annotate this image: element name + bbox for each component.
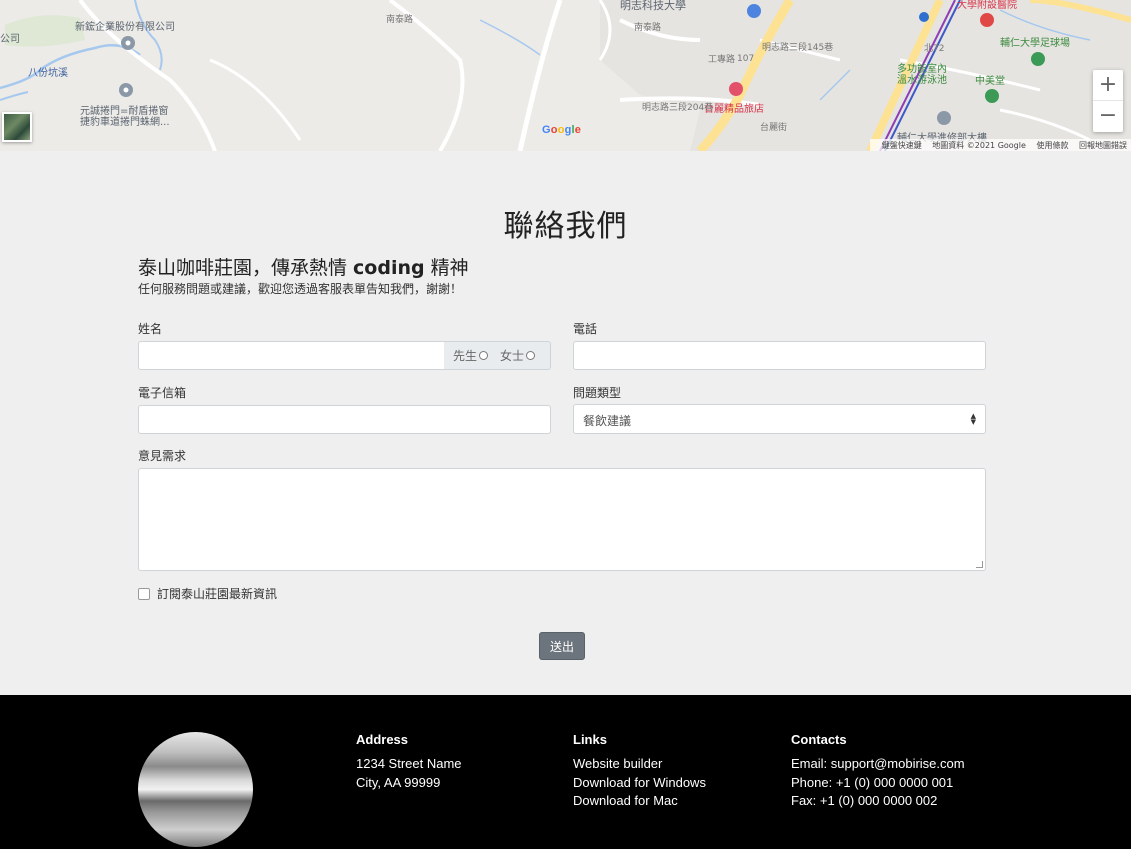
mr-radio[interactable]	[479, 351, 489, 360]
map-attribution: 鍵盤快速鍵 地圖資料 ©2021 Google 使用條款 回報地圖錯誤	[869, 139, 1131, 151]
footer: Address 1234 Street Name City, AA 99999 …	[0, 695, 1131, 849]
google-map[interactable]: 新鋐企業股份有限公司 公司 八份坑溪 元誠捲門=耐盾捲窗 捷豹車道捲門蛛網...…	[0, 0, 1131, 151]
map-label-hospital: 大學附設醫院	[957, 0, 1017, 11]
road-label: 南泰路	[386, 15, 414, 25]
contact-section: 聯絡我們 泰山咖啡莊園，傳承熱情 coding 精神 任何服務問題或建議，歡迎您…	[0, 151, 1131, 695]
zoom-in-button[interactable]: +	[1093, 70, 1123, 101]
select-caret-icon: ▲ ▼	[970, 412, 976, 426]
submit-button[interactable]: 送出	[539, 632, 585, 660]
contact-email: Email: support@mobirise.com	[791, 756, 965, 771]
ms-option[interactable]: 女士	[500, 347, 536, 364]
address-line: City, AA 99999	[356, 774, 441, 790]
subtitle-text-end: 精神	[424, 257, 469, 279]
footer-image	[138, 732, 253, 847]
page-title: 聯絡我們	[503, 209, 628, 244]
mr-label: 先生	[453, 349, 478, 363]
google-logo: Google	[542, 124, 582, 136]
contacts-title: Contacts	[791, 732, 847, 747]
issue-type-value: 餐飲建議	[583, 414, 632, 428]
keyboard-shortcuts-link[interactable]: 鍵盤快速鍵	[882, 141, 922, 150]
type-label: 問題類型	[573, 386, 622, 400]
map-label-pool1: 多功能室內	[897, 64, 947, 75]
footer-address: Address 1234 Street Name City, AA 99999	[356, 732, 462, 792]
link-download-mac[interactable]: Download for Mac	[573, 792, 706, 811]
subtitle: 泰山咖啡莊園，傳承熱情 coding 精神	[138, 253, 469, 280]
report-error-link[interactable]: 回報地圖錯誤	[1079, 141, 1127, 150]
issue-type-select[interactable]: 餐飲建議 ▲ ▼	[573, 404, 986, 434]
map-label-shutter: 元誠捲門=耐盾捲窗	[80, 106, 169, 117]
link-website-builder[interactable]: Website builder	[573, 755, 706, 774]
email-field[interactable]	[138, 405, 551, 434]
map-label-creek: 八份坑溪	[28, 68, 68, 79]
message-label: 意見需求	[138, 449, 187, 463]
map-label-temple: 中美堂	[975, 76, 1005, 87]
road-label: 北72	[924, 44, 945, 54]
road-label: 南泰路	[634, 23, 662, 33]
contact-fax: Fax: +1 (0) 000 0000 002	[791, 793, 938, 808]
phone-label: 電話	[573, 322, 598, 336]
contact-phone: Phone: +1 (0) 000 0000 001	[791, 774, 954, 790]
map-label-field: 輔仁大學足球場	[1000, 38, 1070, 49]
map-label-university: 明志科技大學	[620, 0, 686, 12]
map-label-company-edge: 公司	[0, 34, 20, 45]
ms-radio[interactable]	[526, 351, 536, 360]
subscribe-row: 訂閱泰山莊園最新資訊	[138, 585, 277, 602]
map-label-shutter2: 捷豹車道捲門蛛網...	[80, 117, 170, 128]
email-label: 電子信箱	[138, 386, 187, 400]
road-label: 107	[737, 54, 755, 64]
subtext: 任何服務問題或建議，歡迎您透過客服表單告知我們，謝謝！	[138, 282, 463, 296]
phone-field[interactable]	[573, 341, 986, 370]
address-title: Address	[356, 732, 409, 747]
road-label: 明志路三段145巷	[762, 43, 834, 53]
footer-links: Links Website builder Download for Windo…	[573, 732, 706, 811]
terms-link[interactable]: 使用條款	[1036, 141, 1068, 150]
map-data-text: 地圖資料 ©2021 Google	[932, 141, 1026, 150]
footer-contacts: Contacts Email: support@mobirise.com Pho…	[791, 732, 965, 811]
road-label: 明志路三段204巷	[642, 103, 714, 113]
map-label-company: 新鋐企業股份有限公司	[75, 22, 175, 33]
zoom-out-button[interactable]: −	[1093, 101, 1123, 132]
name-label: 姓名	[138, 322, 163, 336]
address-line: 1234 Street Name	[356, 756, 462, 771]
message-textarea[interactable]	[138, 468, 986, 571]
links-title: Links	[573, 732, 607, 747]
link-download-windows[interactable]: Download for Windows	[573, 774, 706, 793]
road-label: 台麗街	[760, 123, 788, 133]
subtitle-text: 泰山咖啡莊園，傳承熱情	[138, 257, 354, 279]
subscribe-label: 訂閱泰山莊園最新資訊	[157, 587, 278, 601]
gender-radio-group: 先生 女士	[444, 341, 551, 370]
resize-handle-icon[interactable]	[976, 561, 983, 568]
name-field[interactable]	[138, 341, 445, 370]
subtitle-bold: coding	[353, 257, 425, 279]
mr-option[interactable]: 先生	[453, 347, 489, 364]
zoom-control: + −	[1093, 70, 1123, 132]
ms-label: 女士	[500, 349, 525, 363]
satellite-toggle[interactable]	[2, 112, 32, 142]
map-label-pool2: 溫水游泳池	[897, 75, 947, 86]
subscribe-checkbox[interactable]	[138, 587, 150, 600]
road-label: 工專路	[708, 55, 736, 65]
